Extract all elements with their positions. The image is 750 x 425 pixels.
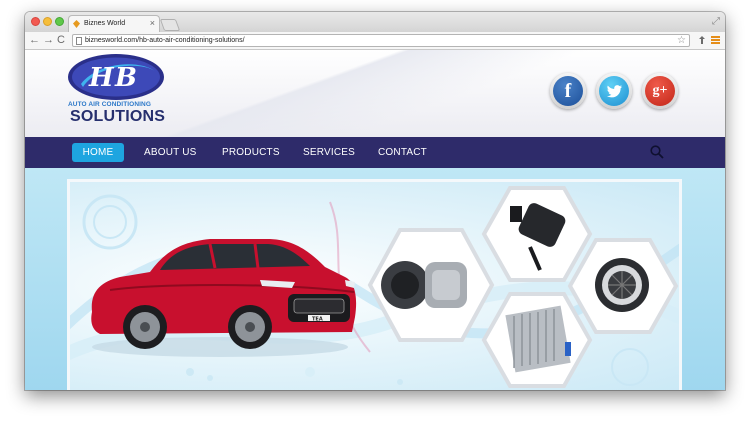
new-tab-button[interactable] — [159, 19, 181, 31]
minimize-window-button[interactable] — [43, 17, 52, 26]
back-button[interactable]: ← — [29, 34, 40, 47]
tab-title: Biznes World — [84, 20, 126, 27]
site-header: H B AUTO AIR CONDITIONING SOLUTIONS f g+ — [25, 50, 725, 137]
fullscreen-icon[interactable]: ⤢ — [712, 16, 720, 27]
star-icon[interactable]: ☆ — [677, 35, 686, 46]
tab-close-icon[interactable]: × — [150, 18, 155, 28]
pressure-switch-hexagon[interactable] — [481, 186, 593, 282]
svg-text:H: H — [88, 63, 115, 93]
browser-tab[interactable]: Biznes World × — [68, 15, 160, 32]
blower-motor-hexagon[interactable] — [567, 238, 679, 334]
svg-text:B: B — [114, 63, 137, 93]
twitter-button[interactable] — [596, 73, 632, 109]
logo-subtitle: AUTO AIR CONDITIONING — [68, 101, 151, 108]
main-navigation: HOME ABOUT US PRODUCTS SERVICES CONTACT — [25, 137, 725, 168]
hero-banner: TEA — [67, 179, 682, 390]
nav-services[interactable]: SERVICES — [303, 143, 355, 162]
nav-home[interactable]: HOME — [72, 143, 124, 162]
facebook-button[interactable]: f — [550, 73, 586, 109]
tab-strip: Biznes World × ⤢ — [25, 12, 725, 32]
facebook-icon: f — [553, 76, 583, 106]
favicon-icon — [73, 20, 80, 28]
reload-button[interactable]: C — [57, 34, 65, 47]
logo-title: SOLUTIONS — [70, 108, 166, 125]
nav-products[interactable]: PRODUCTS — [222, 143, 280, 162]
car-plate-text: TEA — [312, 317, 323, 323]
menu-icon[interactable] — [711, 36, 720, 45]
nav-contact[interactable]: CONTACT — [378, 143, 427, 162]
google-plus-button[interactable]: g+ — [642, 73, 678, 109]
twitter-icon — [599, 76, 629, 106]
maximize-window-button[interactable] — [55, 17, 64, 26]
address-bar[interactable]: biznesworld.com/hb-auto-air-conditioning… — [72, 34, 690, 47]
web-page: H B AUTO AIR CONDITIONING SOLUTIONS f g+… — [25, 50, 725, 390]
page-icon — [76, 37, 82, 45]
browser-window: Biznes World × ⤢ ← → C biznesworld.com/h… — [25, 12, 725, 390]
extension-icon[interactable] — [697, 35, 707, 46]
banner-artwork: TEA — [70, 186, 679, 388]
browser-toolbar: ← → C biznesworld.com/hb-auto-air-condit… — [25, 32, 725, 50]
search-icon[interactable] — [650, 145, 664, 159]
forward-button[interactable]: → — [43, 34, 54, 47]
close-window-button[interactable] — [31, 17, 40, 26]
url-text: biznesworld.com/hb-auto-air-conditioning… — [85, 37, 245, 44]
nav-about-us[interactable]: ABOUT US — [144, 143, 197, 162]
google-plus-icon: g+ — [645, 76, 675, 106]
